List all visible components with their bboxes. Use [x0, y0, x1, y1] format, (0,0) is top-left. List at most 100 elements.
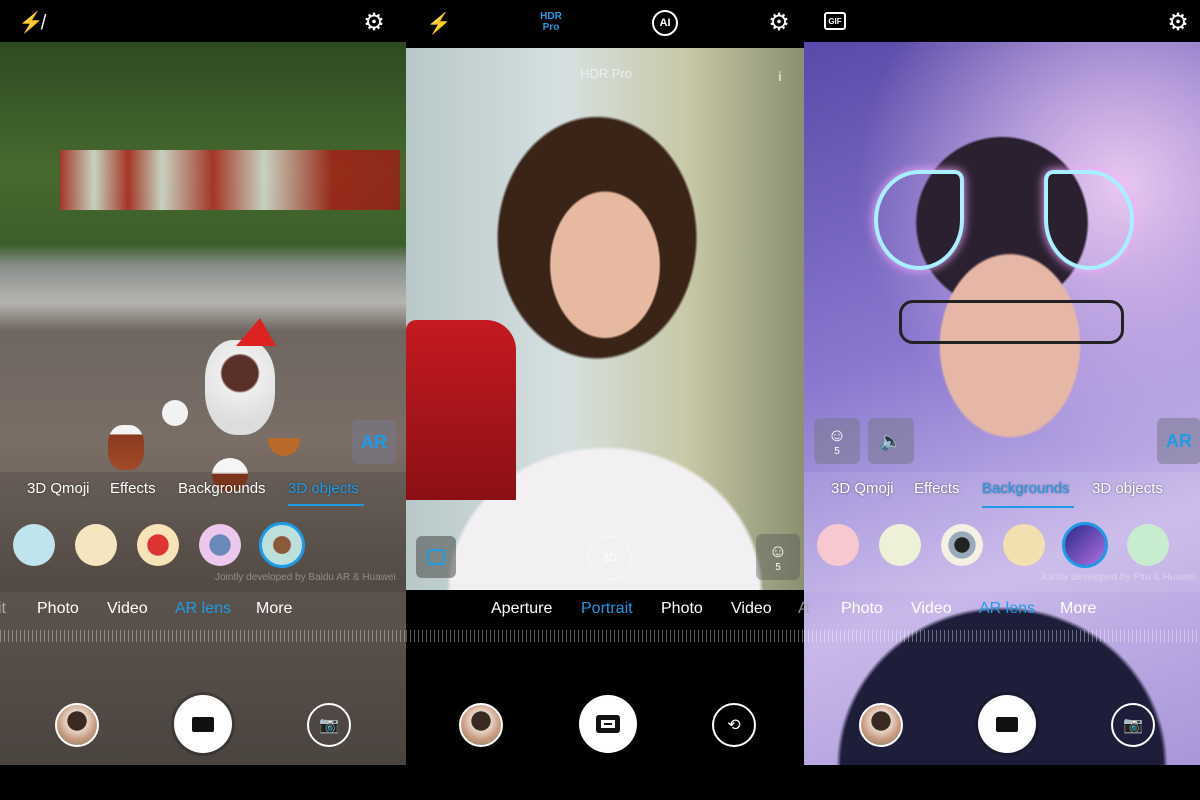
gear-icon[interactable]: ⚙: [766, 9, 792, 36]
gallery-thumbnail[interactable]: [55, 703, 99, 747]
mode-ruler[interactable]: [0, 630, 406, 642]
egg-3d-object: [162, 400, 188, 426]
face-smile-icon: ☺: [768, 541, 788, 561]
video-camera-icon: [192, 716, 214, 732]
mode-partial[interactable]: it: [804, 600, 810, 618]
cupcake-sticker[interactable]: [1127, 524, 1169, 566]
photo-capture-button[interactable]: 📷: [307, 703, 351, 747]
mode-video[interactable]: Video: [107, 600, 148, 618]
flash-off-icon[interactable]: ⚡̸: [18, 9, 44, 35]
square-icon: [427, 549, 445, 565]
mode-photo[interactable]: Photo: [661, 600, 703, 618]
switch-camera-button[interactable]: ⟲: [712, 703, 756, 747]
love-sticker[interactable]: [817, 524, 859, 566]
bunny-sticker[interactable]: [879, 524, 921, 566]
neon-cat-ear-right: [1044, 170, 1134, 270]
tab-backgrounds[interactable]: Backgrounds: [982, 480, 1070, 497]
active-tab-underline: [288, 504, 364, 506]
top-bar: ⚡ HDR Pro AI ⚙: [406, 0, 804, 48]
mode-ruler[interactable]: [406, 630, 804, 642]
portrait-lighting-button[interactable]: 3D: [588, 536, 632, 580]
record-button[interactable]: [978, 695, 1036, 753]
camera-panel-ar-backgrounds: GIF ⚙ ☺ 5 🔈 AR 3D Qmoji Effects Backgroun…: [804, 0, 1200, 800]
fish-sticker[interactable]: [75, 524, 117, 566]
beauty-button[interactable]: ☺ 5: [756, 534, 800, 580]
tab-3d-objects[interactable]: 3D objects: [1092, 480, 1163, 497]
glasses: [899, 300, 1124, 344]
umbrella-sticker[interactable]: [137, 524, 179, 566]
tab-3d-qmoji[interactable]: 3D Qmoji: [27, 480, 90, 497]
flash-auto-icon[interactable]: ⚡: [426, 10, 452, 36]
hdr-pro-toggle[interactable]: HDR Pro: [536, 11, 566, 33]
mode-video[interactable]: Video: [911, 600, 952, 618]
camera-icon: 📷: [1123, 717, 1143, 734]
bottom-bar: [406, 765, 804, 800]
tab-3d-objects[interactable]: 3D objects: [288, 480, 359, 497]
camera-icon: 📷: [319, 717, 339, 734]
penguin-3d-object[interactable]: [205, 340, 275, 435]
mode-partial[interactable]: it: [0, 600, 6, 618]
mode-selector: it Photo Video AR lens More: [0, 600, 406, 624]
viewfinder[interactable]: [804, 42, 1200, 765]
watermark: Jointly developed by Pitu & Huawei: [1040, 572, 1197, 583]
tab-backgrounds[interactable]: Backgrounds: [178, 480, 266, 497]
ar-button[interactable]: AR: [352, 420, 396, 464]
mode-selector: Aperture Portrait Photo Video A: [406, 600, 804, 624]
mode-ruler[interactable]: [804, 630, 1200, 642]
gear-icon[interactable]: ⚙: [1165, 9, 1191, 36]
camera-panel-ar-objects: ⚡̸ ⚙ AR 3D Qmoji Effects Backgrounds 3D …: [0, 0, 406, 800]
top-bar: GIF ⚙: [804, 0, 1200, 42]
switch-camera-icon: ⟲: [727, 717, 741, 734]
watermark: Jointly developed by Baidu AR & Huawei: [215, 572, 396, 583]
mode-ar-lens[interactable]: AR lens: [979, 600, 1035, 618]
beauty-level: 5: [834, 446, 840, 457]
viewfinder[interactable]: [406, 48, 804, 590]
gallery-thumbnail[interactable]: [859, 703, 903, 747]
aperture-preview-button[interactable]: [416, 536, 456, 578]
camera-icon: [596, 715, 620, 733]
tab-3d-qmoji[interactable]: 3D Qmoji: [831, 480, 894, 497]
mode-video[interactable]: Video: [731, 600, 772, 618]
sound-button[interactable]: 🔈: [868, 418, 914, 464]
gif-icon[interactable]: GIF: [824, 12, 846, 30]
gear-icon[interactable]: ⚙: [361, 9, 387, 36]
camera-sticker[interactable]: [941, 524, 983, 566]
red-car: [406, 320, 516, 500]
bottom-bar: [0, 765, 406, 800]
bowl-sticker[interactable]: [259, 522, 305, 568]
tents: [60, 150, 400, 210]
ar-button[interactable]: AR: [1157, 418, 1200, 464]
gallery-thumbnail[interactable]: [459, 703, 503, 747]
mode-portrait[interactable]: Portrait: [581, 600, 633, 618]
mode-more[interactable]: More: [1060, 600, 1096, 618]
mode-photo[interactable]: Photo: [37, 600, 79, 618]
tab-effects[interactable]: Effects: [914, 480, 960, 497]
camera-panel-portrait: ⚡ HDR Pro AI ⚙ HDR Pro i 3D ☺ 5 Aperture P…: [406, 0, 804, 800]
tab-effects[interactable]: Effects: [110, 480, 156, 497]
photo-capture-button[interactable]: 📷: [1111, 703, 1155, 747]
cloud-sticker[interactable]: [199, 524, 241, 566]
galaxy-sticker[interactable]: [1062, 522, 1108, 568]
video-camera-icon: [996, 716, 1018, 732]
shutter-button[interactable]: [579, 695, 637, 753]
giraffe-sticker[interactable]: [1003, 524, 1045, 566]
speaker-icon: 🔈: [879, 430, 903, 451]
mode-more[interactable]: More: [256, 600, 292, 618]
mode-ar-lens[interactable]: AR lens: [175, 600, 231, 618]
info-icon[interactable]: i: [770, 66, 790, 86]
face-smile-icon: ☺: [827, 425, 847, 445]
bowls-3d-object: [108, 425, 144, 470]
neon-cat-ear-left: [874, 170, 964, 270]
hdr-label: HDR: [540, 11, 562, 22]
mode-selector: it Photo Video AR lens More: [804, 600, 1200, 624]
record-button[interactable]: [174, 695, 232, 753]
mode-photo[interactable]: Photo: [841, 600, 883, 618]
ai-icon[interactable]: AI: [652, 10, 678, 36]
beauty-level: 5: [775, 562, 781, 573]
top-bar: ⚡̸ ⚙: [0, 0, 406, 42]
pro-label: Pro: [542, 22, 560, 33]
beauty-button[interactable]: ☺ 5: [814, 418, 860, 464]
mode-aperture[interactable]: Aperture: [491, 600, 552, 618]
crown-sticker[interactable]: [13, 524, 55, 566]
active-tab-underline: [982, 506, 1074, 508]
